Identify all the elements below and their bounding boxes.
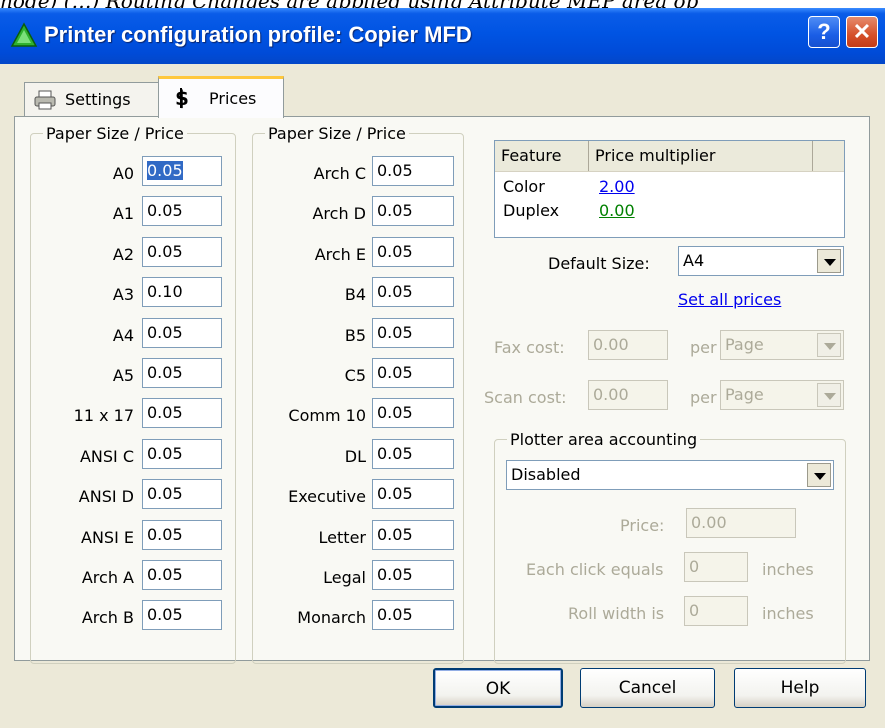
paper-size-label: DL [344, 446, 366, 466]
paper-price-input[interactable]: 0.05 [372, 438, 454, 469]
paper-price-value: 0.05 [377, 484, 413, 504]
paper-price-input[interactable]: 0.05 [372, 479, 454, 510]
roll-unit-label: inches [762, 604, 814, 623]
paper-price-value: 0.05 [377, 201, 413, 221]
fax-cost-input[interactable]: 0.00 [588, 330, 668, 360]
chevron-down-icon[interactable] [817, 383, 841, 407]
paper-size-label: Comm 10 [288, 406, 366, 426]
scan-cost-label: Scan cost: [484, 388, 567, 407]
paper-size-label: Legal [323, 568, 366, 587]
fax-unit-value: Page [725, 335, 764, 354]
scan-cost-input[interactable]: 0.00 [588, 380, 668, 410]
paper-price-input[interactable]: 0.05 [372, 277, 454, 308]
app-triangle-icon [10, 22, 38, 47]
roll-width-input[interactable]: 0 [684, 596, 748, 626]
paper-price-value: 0.05 [377, 403, 413, 423]
duplex-multiplier-link[interactable]: 0.00 [599, 201, 635, 220]
paper-size-label: Arch D [312, 204, 366, 224]
paper-price-input[interactable]: 0.05 [372, 519, 454, 550]
paper-group-2-title: Paper Size / Price [268, 124, 406, 143]
paper-size-label: Arch E [314, 244, 366, 264]
column-header-feature[interactable]: Feature [495, 141, 589, 171]
paper-price-value: 0.05 [377, 443, 413, 463]
table-header: Feature Price multiplier [495, 141, 844, 172]
paper-price-input[interactable]: 0.05 [372, 600, 454, 631]
chevron-down-icon[interactable] [817, 333, 841, 357]
paper-price-input[interactable]: 0.05 [372, 156, 454, 186]
paper-size-label: B5 [344, 325, 366, 345]
tab-settings[interactable]: Settings [24, 82, 161, 116]
ok-button[interactable]: OK [433, 668, 563, 708]
chevron-down-icon[interactable] [807, 463, 831, 487]
chevron-down-icon[interactable] [817, 249, 841, 273]
column-header-price-multiplier[interactable]: Price multiplier [589, 141, 813, 171]
scan-unit-select[interactable]: Page [720, 380, 844, 410]
click-unit-label: inches [762, 560, 814, 579]
title-bar[interactable]: Printer configuration profile: Copier MF… [0, 8, 885, 64]
tab-prices-label: Prices [209, 89, 257, 108]
paper-size-label: Arch C [313, 164, 366, 183]
default-size-value: A4 [683, 251, 705, 270]
fax-unit-select[interactable]: Page [720, 330, 844, 360]
tab-prices[interactable]: $ Prices [158, 76, 284, 118]
scan-per-label: per [690, 388, 717, 407]
window-title: Printer configuration profile: Copier MF… [44, 22, 472, 47]
dialog-window: Printer configuration profile: Copier MF… [0, 8, 885, 728]
tab-settings-label: Settings [65, 90, 131, 109]
paper-price-value: 0.05 [377, 282, 413, 302]
paper-price-input[interactable]: 0.05 [372, 560, 454, 590]
default-size-select[interactable]: A4 [678, 246, 844, 276]
fax-per-label: per [690, 338, 717, 357]
title-close-button[interactable]: ✕ [846, 16, 878, 48]
feature-duplex-label: Duplex [503, 201, 560, 220]
paper-price-value: 0.05 [377, 363, 413, 382]
paper-size-label: Letter [318, 527, 366, 547]
background-window-text: node) (…) Routing Changes are applied us… [0, 0, 885, 8]
plotter-mode-select[interactable]: Disabled [506, 460, 834, 490]
click-equals-label: Each click equals [526, 560, 664, 579]
click-equals-input[interactable]: 0 [684, 552, 748, 582]
set-all-prices-link[interactable]: Set all prices [678, 290, 781, 309]
paper-size-label: Monarch [297, 608, 366, 628]
feature-color-label: Color [503, 177, 545, 196]
paper-price-input[interactable]: 0.05 [372, 196, 454, 227]
cancel-button[interactable]: Cancel [580, 668, 715, 708]
paper-price-value: 0.05 [377, 524, 413, 544]
money-icon: $ [175, 87, 189, 109]
plotter-mode-value: Disabled [511, 465, 581, 484]
paper-price-input[interactable]: 0.05 [372, 358, 454, 388]
paper-price-input[interactable]: 0.05 [372, 398, 454, 429]
color-multiplier-link[interactable]: 2.00 [599, 177, 635, 196]
plotter-price-label: Price: [620, 516, 665, 535]
paper-price-input[interactable]: 0.05 [372, 236, 454, 267]
paper-size-label: C5 [344, 366, 366, 385]
paper-size-label: Executive [288, 487, 366, 507]
default-size-label: Default Size: [548, 254, 650, 273]
help-button[interactable]: Help [734, 668, 866, 708]
printer-icon [34, 90, 56, 110]
feature-multiplier-table[interactable]: Feature Price multiplier Color 2.00 Dupl… [494, 140, 845, 238]
paper-price-value: 0.05 [377, 605, 413, 625]
plotter-group-title: Plotter area accounting [510, 430, 698, 449]
scan-unit-value: Page [725, 385, 764, 404]
fax-cost-label: Fax cost: [494, 338, 565, 357]
title-help-button[interactable]: ? [808, 16, 840, 48]
paper-price-value: 0.05 [377, 322, 413, 342]
paper-price-input[interactable]: 0.05 [372, 317, 454, 348]
paper-price-value: 0.05 [377, 565, 413, 584]
plotter-price-input[interactable]: 0.00 [686, 508, 796, 538]
paper-price-value: 0.05 [377, 161, 413, 180]
paper-size-label: B4 [344, 285, 366, 305]
paper-group-1-title: Paper Size / Price [46, 124, 184, 143]
roll-width-label: Roll width is [568, 604, 665, 623]
paper-price-value: 0.05 [377, 241, 413, 261]
